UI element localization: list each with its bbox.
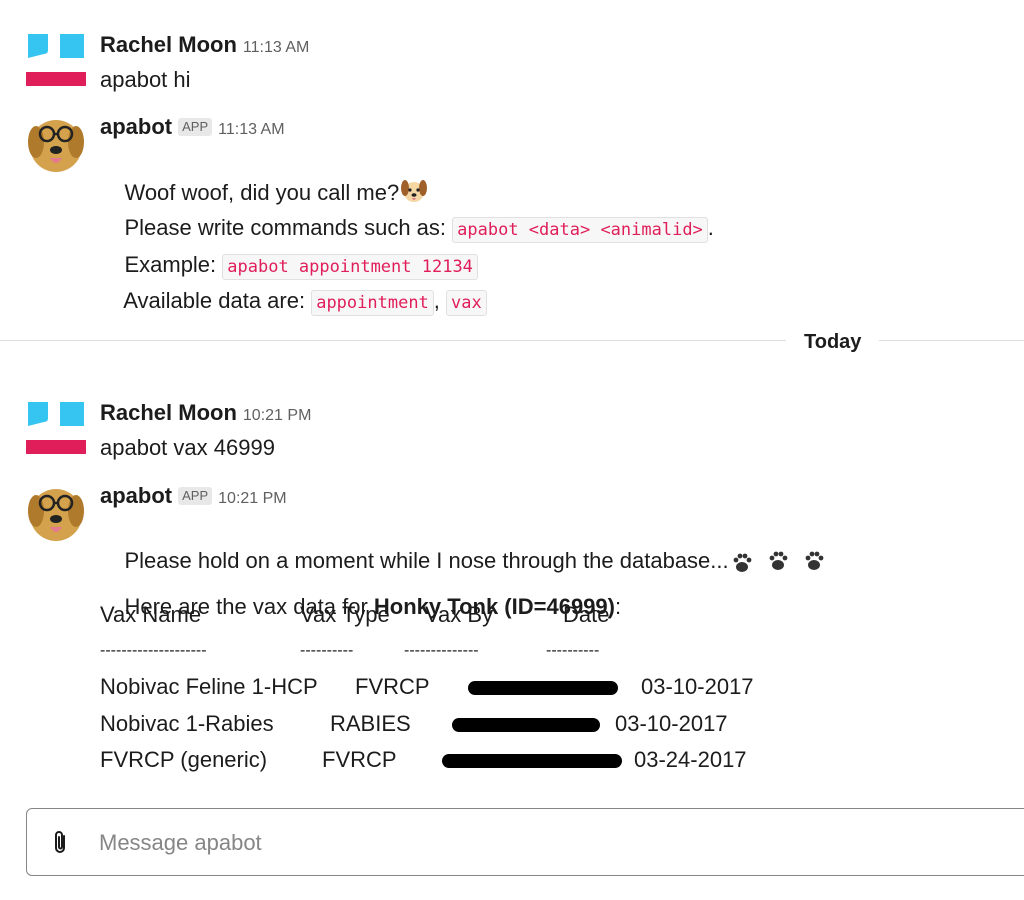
redaction-mark — [442, 754, 622, 768]
app-badge: APP — [178, 118, 213, 136]
message-input[interactable]: Message apabot — [99, 830, 262, 856]
inline-code: apabot <data> <animalid> — [452, 217, 708, 243]
author-name[interactable]: Rachel Moon 10:21 PM — [100, 400, 311, 429]
table-header-vax-by: Vax By — [425, 602, 494, 627]
message-rachel-1: Rachel Moon 11:13 AM apabot hi — [0, 30, 1024, 100]
timestamp[interactable]: 11:13 AM — [243, 39, 309, 56]
vax-type: FVRCP — [322, 747, 397, 772]
table-separator: -------------------- — [100, 642, 207, 659]
timestamp[interactable]: 10:21 PM — [218, 490, 286, 507]
message-apabot-1: apabot APP 11:13 AM Woof woof, did you cal… — [0, 112, 1024, 316]
vax-date: 03-24-2017 — [634, 747, 747, 772]
message-rachel-2: Rachel Moon 10:21 PM apabot vax 46999 — [0, 398, 1024, 468]
message-apabot-2: apabot APP 10:21 PM Please hold on a momen… — [0, 481, 1024, 781]
timestamp[interactable]: 10:21 PM — [243, 407, 311, 424]
vax-date: 03-10-2017 — [615, 711, 728, 736]
redaction-mark — [452, 718, 600, 732]
message-text: apabot hi — [100, 67, 191, 92]
author-name[interactable]: Rachel Moon 11:13 AM — [100, 32, 309, 61]
vax-name: Nobivac Feline 1-HCP — [100, 674, 318, 699]
timestamp[interactable]: 11:13 AM — [218, 121, 284, 138]
bot-avatar-dog[interactable] — [26, 112, 86, 172]
user-avatar-rachel[interactable] — [26, 398, 86, 458]
table-separator: ---------- — [300, 642, 354, 659]
bot-avatar-dog[interactable] — [26, 481, 86, 541]
app-badge: APP — [178, 487, 213, 505]
paperclip-icon[interactable] — [49, 829, 71, 857]
author-name[interactable]: apabot APP 11:13 AM — [100, 114, 285, 143]
vax-date: 03-10-2017 — [641, 674, 754, 699]
vax-type: FVRCP — [355, 674, 430, 699]
vax-name: Nobivac 1-Rabies — [100, 711, 274, 736]
vax-type: RABIES — [330, 711, 411, 736]
table-separator: ---------- — [546, 642, 600, 659]
paw-prints-icon — [733, 551, 824, 573]
inline-code: appointment — [311, 290, 434, 316]
day-divider-label: Today — [786, 330, 880, 354]
table-header-date: Date — [563, 602, 610, 627]
message-text: apabot vax 46999 — [100, 435, 275, 460]
redaction-mark — [468, 681, 618, 695]
table-header-vax-type: Vax Type — [300, 602, 390, 627]
vax-name: FVRCP (generic) — [100, 747, 268, 772]
user-avatar-rachel[interactable] — [26, 30, 86, 90]
message-composer[interactable]: Message apabot — [26, 808, 1024, 876]
table-separator: -------------- — [404, 642, 479, 659]
message-line: Available data are: appointment, vax — [100, 259, 487, 345]
author-name[interactable]: apabot APP 10:21 PM — [100, 483, 287, 512]
inline-code: vax — [446, 290, 487, 316]
table-header-vax-name: Vax Name — [100, 602, 202, 627]
